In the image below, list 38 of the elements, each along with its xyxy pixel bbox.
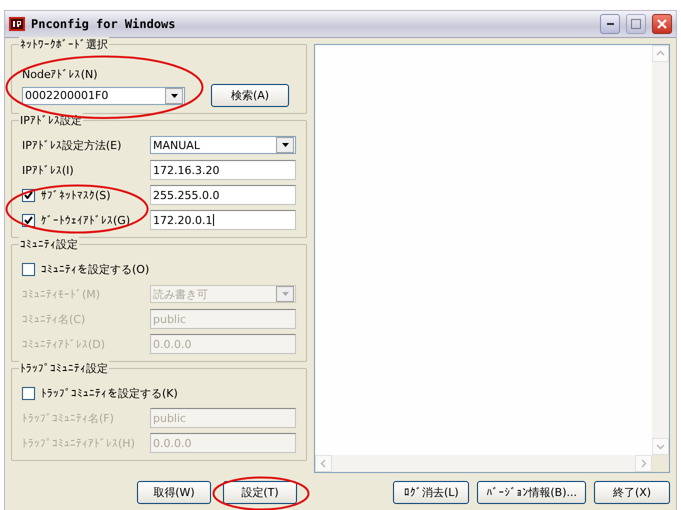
action-button[interactable]: 終了(X) (594, 481, 670, 504)
field-label: ｻﾌﾞﾈｯﾄﾏｽｸ(S) (41, 188, 111, 202)
field-label: ｹﾞｰﾄｳｪｲｱﾄﾞﾚｽ(G) (41, 214, 130, 226)
field-label: Nodeｱﾄﾞﾚｽ(N) (22, 68, 98, 81)
action-button[interactable]: 取得(W) (137, 481, 211, 504)
field-label: IPｱﾄﾞﾚｽ(I) (22, 164, 74, 176)
checkbox[interactable] (22, 214, 35, 226)
text-field[interactable]: 172.16.3.20 (150, 160, 296, 180)
app-icon (9, 17, 25, 31)
group-title: ﾈｯﾄﾜｰｸﾎﾞｰﾄﾞ選択 (19, 37, 109, 52)
dropdown[interactable]: MANUAL (150, 136, 296, 154)
field-label: ｺﾐｭﾆﾃｨｱﾄﾞﾚｽ(D) (22, 338, 106, 350)
window-title: Pnconfig for Windows (31, 17, 176, 31)
search-button[interactable]: 検索(A) (211, 84, 289, 107)
maximize-icon (631, 19, 641, 29)
close-icon (657, 19, 667, 29)
group-title: ﾄﾗｯﾌﾟｺﾐｭﾆﾃｨ設定 (19, 361, 109, 376)
checkbox-label: ﾄﾗｯﾌﾟｺﾐｭﾆﾃｨを設定する(K) (41, 386, 178, 400)
action-button[interactable]: ﾊﾞｰｼﾞｮﾝ情報(B)... (477, 481, 586, 504)
action-button[interactable]: 設定(T) (223, 481, 297, 504)
checkbox-label: ｺﾐｭﾆﾃｨを設定する(O) (41, 262, 150, 276)
maximize-button[interactable] (626, 14, 646, 34)
checkbox[interactable] (22, 262, 35, 276)
text-field[interactable]: 172.20.0.1 (150, 210, 296, 230)
minimize-button[interactable] (600, 14, 620, 34)
action-button[interactable]: ﾛｸﾞ消去(L) (393, 481, 470, 504)
checkbox[interactable] (22, 386, 35, 400)
close-button[interactable] (652, 14, 672, 34)
node-address-dropdown[interactable]: 0002200001F0 (22, 86, 185, 104)
group-title: ｺﾐｭﾆﾃｨ設定 (19, 237, 79, 252)
minimize-icon (606, 23, 614, 25)
field-label: ﾄﾗｯﾌﾟｺﾐｭﾆﾃｨｱﾄﾞﾚｽ(H) (22, 436, 135, 450)
scrollbar-corner (652, 455, 669, 472)
field-label: ｺﾐｭﾆﾃｨ名(C) (22, 312, 86, 326)
field-label: IPｱﾄﾞﾚｽ設定方法(E) (22, 138, 122, 152)
field-label: ﾄﾗｯﾌﾟｺﾐｭﾆﾃｨ名(F) (22, 410, 114, 426)
text-field[interactable]: 255.255.0.0 (150, 185, 296, 205)
field-label: ｺﾐｭﾆﾃｨﾓｰﾄﾞ(M) (22, 288, 100, 300)
